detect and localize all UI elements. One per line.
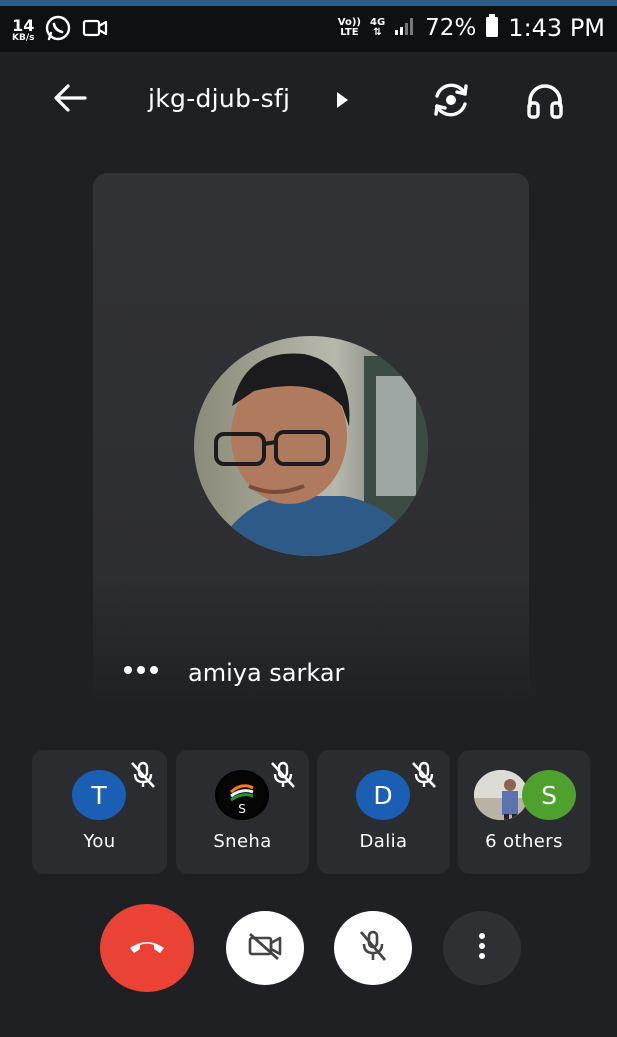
tile-options-button[interactable] [123, 661, 161, 680]
whatsapp-icon [44, 14, 72, 46]
mic-off-icon [357, 929, 389, 967]
more-options-button[interactable] [443, 911, 521, 985]
play-triangle-icon [335, 91, 349, 113]
participant-name: You [83, 831, 116, 852]
avatar-photo [474, 770, 528, 820]
speed-unit: KB/s [12, 32, 35, 43]
volte-indicator: Vo)) LTE [338, 18, 361, 38]
participant-avatar-photo [194, 336, 428, 556]
meeting-header: jkg-djub-sfj [0, 70, 617, 134]
switch-camera-icon [429, 80, 473, 124]
arrow-left-icon [53, 83, 87, 117]
back-button[interactable] [50, 80, 90, 120]
signal-icon [394, 16, 416, 40]
volte-bottom-text: LTE [340, 27, 359, 38]
mic-off-icon [409, 760, 439, 794]
more-horizontal-icon [123, 661, 161, 680]
mic-off-icon [128, 760, 158, 794]
headphones-icon [525, 81, 565, 123]
meeting-code[interactable]: jkg-djub-sfj [148, 84, 290, 113]
participant-card-sneha[interactable]: S Sneha [176, 750, 309, 874]
battery-percent: 72% [425, 15, 477, 41]
avatar: S [215, 770, 269, 820]
avatar: S [522, 770, 576, 820]
avatar-initial: S [541, 780, 557, 810]
meeting-details-button[interactable] [330, 88, 354, 116]
participant-card-dalia[interactable]: D Dalia [317, 750, 450, 874]
svg-text:S: S [238, 802, 246, 816]
avatar-initial: T [91, 780, 107, 810]
avatar: T [72, 770, 126, 820]
switch-camera-button[interactable] [428, 80, 474, 124]
status-bar: 14 KB/s Vo)) LTE 4G ⇅ 72% 1:43 PM [0, 6, 617, 52]
mic-toggle-button[interactable] [334, 911, 412, 985]
participant-card-you[interactable]: T You [32, 750, 167, 874]
avatar: D [356, 770, 410, 820]
battery-icon [485, 14, 499, 42]
network-speed: 14 KB/s [12, 15, 35, 43]
end-call-button[interactable] [100, 904, 194, 992]
participant-name: 6 others [485, 831, 563, 852]
mic-off-icon [268, 760, 298, 794]
clock: 1:43 PM [508, 14, 605, 42]
main-participant-tile[interactable]: amiya sarkar [93, 173, 529, 707]
network-type-indicator: 4G ⇅ [370, 17, 386, 38]
video-recording-icon [82, 17, 108, 43]
audio-output-button[interactable] [522, 80, 568, 124]
avatar-initial: D [373, 780, 393, 810]
more-vertical-icon [477, 932, 487, 964]
participant-name: Dalia [359, 831, 408, 852]
participant-name: amiya sarkar [188, 659, 345, 687]
participant-card-others[interactable]: S 6 others [458, 750, 590, 874]
hang-up-icon [127, 936, 167, 960]
camera-toggle-button[interactable] [226, 911, 304, 985]
video-off-icon [247, 931, 283, 965]
speed-value: 14 [12, 15, 35, 35]
participant-name: Sneha [213, 831, 272, 852]
